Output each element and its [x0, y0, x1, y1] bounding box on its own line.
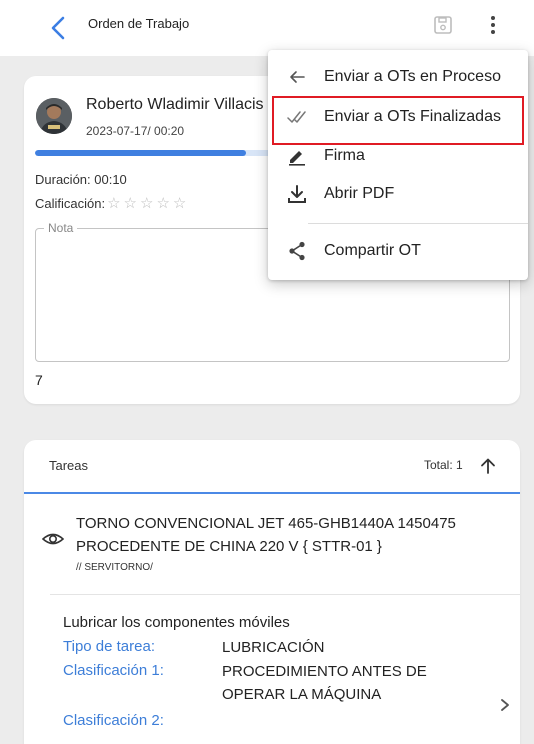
page-title: Orden de Trabajo [88, 16, 190, 31]
progress-fill [35, 150, 247, 156]
floppy-disk-icon [434, 16, 452, 34]
eye-icon[interactable] [42, 530, 64, 548]
classification-2-label: Clasificación 2: [63, 712, 164, 729]
tasks-total: Total: 1 [424, 458, 463, 472]
task-type-value: LUBRICACIÓN [222, 639, 325, 656]
star-icon[interactable]: ☆ [140, 196, 153, 211]
more-vertical-icon [491, 16, 495, 34]
overflow-menu: Enviar a OTs en Proceso Enviar a OTs Fin… [268, 50, 528, 280]
divider [50, 594, 520, 595]
menu-item-label: Firma [324, 147, 365, 164]
classification-1-label: Clasificación 1: [63, 662, 164, 679]
arrow-up-icon [481, 458, 495, 474]
share-icon [286, 240, 308, 262]
note-label: Nota [44, 221, 78, 235]
task-type-label: Tipo de tarea: [63, 638, 155, 655]
collapse-button[interactable] [476, 454, 500, 478]
avatar [36, 98, 72, 134]
app-bar: Orden de Trabajo [0, 0, 534, 56]
save-button[interactable] [428, 10, 458, 40]
menu-item-label: Compartir OT [324, 242, 421, 259]
download-icon [286, 183, 308, 205]
menu-item-send-in-process[interactable]: Enviar a OTs en Proceso [268, 58, 528, 96]
menu-divider [308, 223, 528, 224]
equipment-subtitle: // SERVITORNO/ [76, 562, 153, 573]
menu-item-label: Enviar a OTs Finalizadas [324, 108, 501, 125]
tasks-header: Tareas Total: 1 [24, 440, 520, 494]
done-all-icon [286, 106, 308, 128]
back-button[interactable] [40, 10, 76, 46]
classification-1-value: PROCEDIMIENTO ANTES DE OPERAR LA MÁQUINA [222, 663, 427, 703]
duration-text: Duración: 00:10 [35, 172, 127, 187]
menu-item-label: Abrir PDF [324, 185, 395, 202]
user-name: Roberto Wladimir Villacis [86, 96, 264, 113]
star-icon[interactable]: ☆ [124, 196, 137, 211]
more-options-button[interactable] [478, 10, 508, 40]
character-counter: 7 [35, 372, 43, 388]
chevron-left-icon [51, 16, 65, 40]
task-name: Lubricar los componentes móviles [63, 614, 290, 631]
menu-item-open-pdf[interactable]: Abrir PDF [268, 175, 528, 213]
star-icon[interactable]: ☆ [107, 196, 120, 211]
equipment-title: TORNO CONVENCIONAL JET 465-GHB1440A 1450… [76, 515, 456, 555]
tasks-card: Tareas Total: 1 TORNO CONVENCIONAL JET 4… [24, 440, 520, 744]
chevron-right-icon[interactable] [498, 698, 512, 712]
star-icon[interactable]: ☆ [156, 196, 169, 211]
rating-stars[interactable]: ☆ ☆ ☆ ☆ ☆ [107, 196, 189, 211]
rating-label: Calificación: [35, 196, 106, 211]
menu-item-label: Enviar a OTs en Proceso [324, 68, 501, 85]
menu-item-share[interactable]: Compartir OT [268, 232, 528, 270]
tasks-title: Tareas [49, 458, 89, 473]
arrow-left-icon [286, 66, 308, 88]
progress-bar [35, 150, 275, 156]
menu-item-signature[interactable]: Firma [268, 137, 528, 175]
signature-icon [286, 145, 308, 167]
menu-item-send-finished[interactable]: Enviar a OTs Finalizadas [268, 98, 528, 136]
star-icon[interactable]: ☆ [173, 196, 186, 211]
work-order-date: 2023-07-17/ 00:20 [86, 124, 185, 138]
rating: Calificación: ☆ ☆ ☆ ☆ ☆ [35, 196, 189, 211]
